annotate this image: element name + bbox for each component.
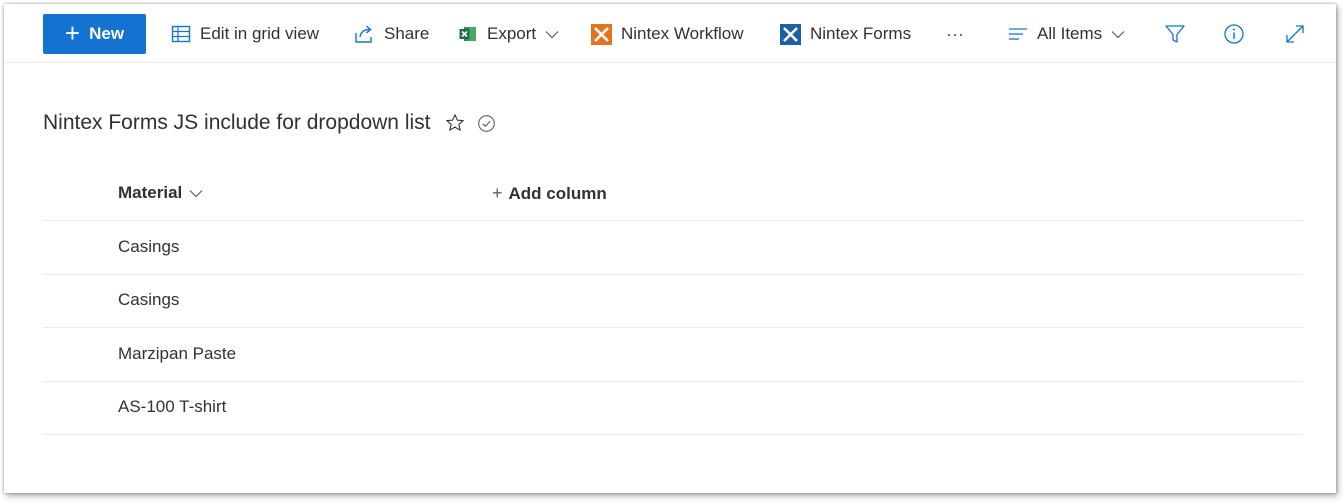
check-circle-icon[interactable] bbox=[477, 114, 496, 133]
expand-button[interactable] bbox=[1284, 14, 1306, 54]
info-button[interactable] bbox=[1223, 14, 1245, 54]
filter-button[interactable] bbox=[1164, 14, 1186, 54]
excel-icon bbox=[458, 24, 478, 44]
table-row[interactable]: Casings bbox=[43, 221, 1303, 275]
nintex-workflow-label: Nintex Workflow bbox=[621, 24, 744, 43]
list-title-area: Nintex Forms JS include for dropdown lis… bbox=[43, 111, 496, 135]
share-label: Share bbox=[384, 24, 430, 43]
add-column-button[interactable]: + Add column bbox=[492, 183, 607, 204]
column-header-material[interactable]: Material bbox=[118, 183, 203, 203]
nintex-workflow-button[interactable]: Nintex Workflow bbox=[591, 14, 744, 54]
view-switcher-label: All Items bbox=[1037, 24, 1103, 43]
app-frame: + New Edit in grid view Share Export Nin… bbox=[4, 4, 1336, 493]
grid-icon bbox=[171, 24, 191, 44]
export-label: Export bbox=[487, 24, 537, 43]
nintex-forms-label: Nintex Forms bbox=[810, 24, 912, 43]
add-column-label: Add column bbox=[508, 183, 607, 203]
material-cell: Casings bbox=[118, 237, 180, 256]
more-options-button[interactable]: ··· bbox=[946, 14, 964, 54]
view-switcher[interactable]: All Items bbox=[1008, 14, 1125, 54]
column-header-row: Material + Add column bbox=[43, 170, 1303, 221]
chevron-down-icon bbox=[545, 30, 559, 39]
page-title: Nintex Forms JS include for dropdown lis… bbox=[43, 111, 431, 134]
share-button[interactable]: Share bbox=[354, 14, 429, 54]
chevron-down-icon bbox=[189, 189, 203, 198]
plus-icon: + bbox=[64, 17, 81, 48]
table-row[interactable]: Casings bbox=[43, 274, 1303, 328]
material-cell: Casings bbox=[118, 290, 180, 309]
star-icon[interactable] bbox=[445, 113, 465, 133]
filter-icon bbox=[1164, 23, 1186, 45]
plus-icon: + bbox=[492, 183, 503, 203]
column-header-material-label: Material bbox=[118, 183, 183, 202]
chevron-down-icon bbox=[1111, 30, 1125, 39]
table-row[interactable]: AS-100 T-shirt bbox=[43, 381, 1303, 435]
share-icon bbox=[354, 24, 375, 44]
list-lines-icon bbox=[1008, 26, 1028, 42]
export-button[interactable]: Export bbox=[458, 14, 559, 54]
edit-grid-view-button[interactable]: Edit in grid view bbox=[171, 14, 319, 54]
nintex-forms-button[interactable]: Nintex Forms bbox=[780, 14, 911, 54]
expand-icon bbox=[1284, 23, 1306, 45]
table-row[interactable]: Marzipan Paste bbox=[43, 328, 1303, 382]
material-cell: Marzipan Paste bbox=[118, 344, 237, 363]
new-button-label: New bbox=[89, 24, 125, 43]
info-icon bbox=[1223, 23, 1245, 45]
nintex-forms-icon bbox=[780, 23, 801, 45]
edit-grid-view-label: Edit in grid view bbox=[200, 24, 320, 43]
more-options-label: ··· bbox=[946, 23, 964, 44]
command-bar: + New Edit in grid view Share Export Nin… bbox=[4, 4, 1336, 63]
new-button[interactable]: + New bbox=[43, 14, 146, 54]
material-cell: AS-100 T-shirt bbox=[118, 397, 227, 416]
nintex-workflow-icon bbox=[591, 23, 612, 45]
